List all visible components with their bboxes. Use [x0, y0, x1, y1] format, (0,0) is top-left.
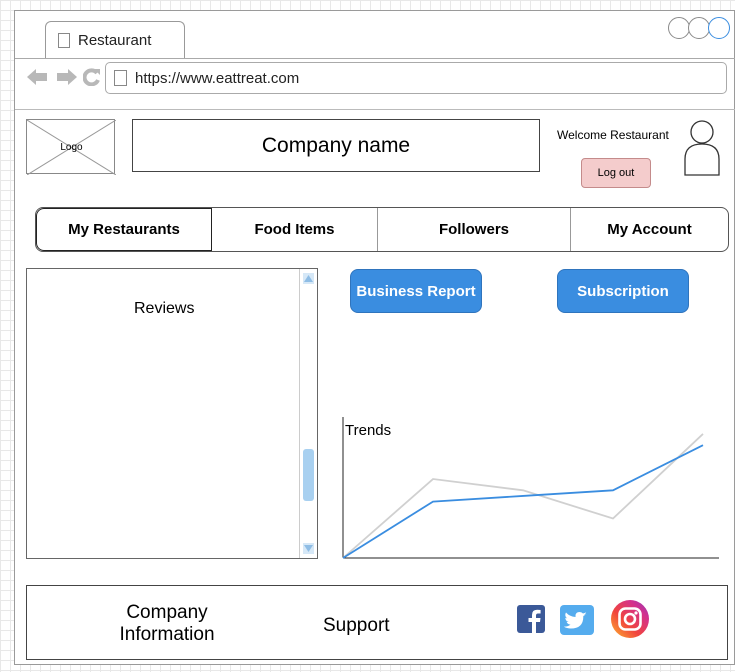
browser-nav	[27, 68, 101, 86]
chart-title: Trends	[345, 422, 392, 439]
reviews-label: Reviews	[134, 300, 195, 317]
address-divider	[15, 109, 735, 110]
tab-followers[interactable]: Followers	[378, 208, 571, 251]
refresh-icon[interactable]	[83, 68, 101, 86]
page-icon	[58, 33, 70, 48]
tab-divider	[15, 58, 735, 59]
tab-my-account[interactable]: My Account	[571, 208, 728, 251]
scroll-thumb[interactable]	[303, 449, 314, 501]
tab-my-restaurants[interactable]: My Restaurants	[36, 208, 212, 251]
address-bar[interactable]: https://www.eattreat.com	[105, 62, 727, 94]
facebook-icon[interactable]	[517, 605, 545, 633]
window-circle-icon[interactable]	[708, 17, 730, 39]
scroll-up-icon[interactable]	[303, 273, 314, 284]
welcome-text: Welcome Restaurant	[557, 128, 669, 142]
logout-button[interactable]: Log out	[581, 158, 651, 188]
window-circle-icon[interactable]	[668, 17, 690, 39]
chart-series-line	[342, 444, 704, 559]
main-nav: My Restaurants Food Items Followers My A…	[35, 207, 729, 252]
reviews-panel[interactable]: Reviews	[26, 268, 318, 559]
tab-title: Restaurant	[78, 32, 152, 49]
forward-arrow-icon[interactable]	[55, 68, 77, 86]
browser-window: Restaurant https://www.eattreat.com Logo…	[14, 10, 735, 665]
window-controls	[668, 17, 730, 39]
back-arrow-icon[interactable]	[27, 68, 49, 86]
logo-placeholder: Logo	[26, 119, 116, 175]
scroll-down-icon[interactable]	[303, 543, 314, 554]
subscription-button[interactable]: Subscription	[557, 269, 689, 313]
footer: Company Information Support	[26, 585, 728, 660]
url-text: https://www.eattreat.com	[135, 69, 300, 87]
browser-tab[interactable]: Restaurant	[45, 21, 185, 59]
window-circle-icon[interactable]	[688, 17, 710, 39]
user-avatar-icon[interactable]	[683, 119, 721, 177]
page-icon	[114, 70, 127, 86]
reviews-scrollbar[interactable]	[299, 269, 317, 558]
tab-food-items[interactable]: Food Items	[212, 208, 378, 251]
business-report-button[interactable]: Business Report	[350, 269, 482, 313]
company-name: Company name	[132, 119, 540, 172]
company-info-link[interactable]: Company Information	[102, 602, 232, 646]
instagram-icon[interactable]	[610, 599, 650, 639]
twitter-icon[interactable]	[560, 605, 594, 635]
trends-chart	[342, 417, 719, 559]
support-link[interactable]: Support	[323, 615, 390, 637]
logo-label: Logo	[60, 142, 83, 153]
